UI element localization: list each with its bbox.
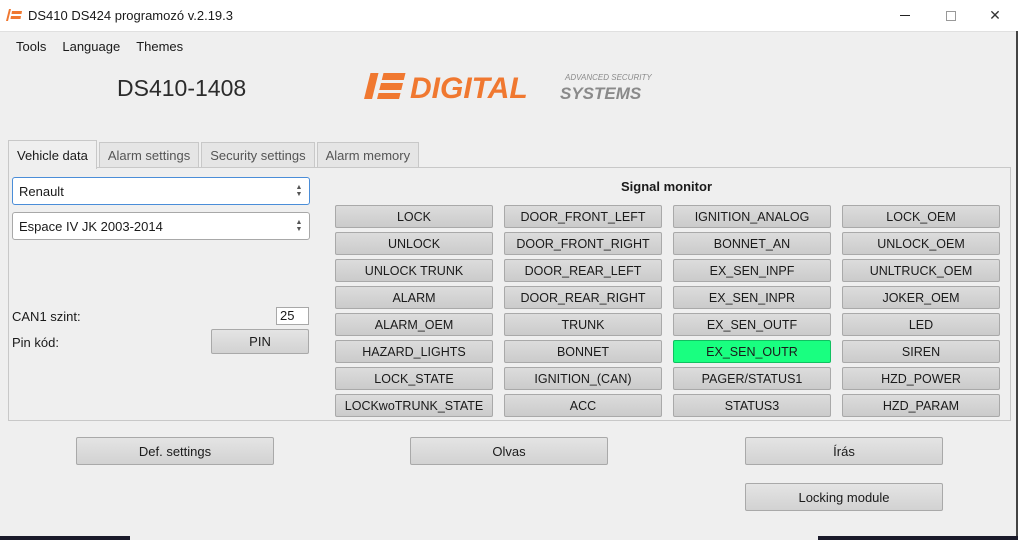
signal-indicator-lockwotrunk-state: LOCKwoTRUNK_STATE <box>335 394 493 417</box>
signal-indicator-led: LED <box>842 313 1000 336</box>
signal-indicator-door-front-right: DOOR_FRONT_RIGHT <box>504 232 662 255</box>
vehicle-data-panel: Renault ▲ ▼ Espace IV JK 2003-2014 ▲ ▼ CAN… <box>8 167 1011 421</box>
spinner-arrows-icon: ▲ ▼ <box>295 219 303 233</box>
tab-bar: Vehicle data Alarm settings Security set… <box>8 140 420 169</box>
signal-indicator-bonnet-an: BONNET_AN <box>673 232 831 255</box>
vehicle-model-value: Espace IV JK 2003-2014 <box>19 218 163 234</box>
minimize-button[interactable] <box>882 0 928 31</box>
signal-monitor-grid: LOCK DOOR_FRONT_LEFT IGNITION_ANALOG LOCK_O… <box>335 205 1000 417</box>
signal-indicator-lock-state: LOCK_STATE <box>335 367 493 390</box>
signal-indicator-lock: LOCK <box>335 205 493 228</box>
tab-label: Alarm settings <box>107 148 191 163</box>
menu-bar: Tools Language Themes <box>8 38 191 56</box>
main-window: Tools Language Themes DS410-1408 DIGITAL… <box>0 31 1018 540</box>
logo-systems-text: SYSTEMS <box>560 84 642 103</box>
signal-indicator-siren: SIREN <box>842 340 1000 363</box>
signal-indicator-ex-sen-outf: EX_SEN_OUTF <box>673 313 831 336</box>
read-button[interactable]: Olvas <box>410 437 608 465</box>
tab-label: Alarm memory <box>325 148 411 163</box>
pin-label: Pin kód: <box>12 335 59 350</box>
signal-indicator-hazard-lights: HAZARD_LIGHTS <box>335 340 493 363</box>
can1-level-input[interactable]: 25 <box>276 307 309 325</box>
signal-indicator-unlock: UNLOCK <box>335 232 493 255</box>
signal-indicator-bonnet: BONNET <box>504 340 662 363</box>
device-title: DS410-1408 <box>117 75 247 101</box>
signal-indicator-ignition-analog: IGNITION_ANALOG <box>673 205 831 228</box>
tab-alarm-memory[interactable]: Alarm memory <box>316 142 420 168</box>
menu-tools[interactable]: Tools <box>8 38 54 56</box>
signal-indicator-hzd-param: HZD_PARAM <box>842 394 1000 417</box>
can1-label: CAN1 szint: <box>12 309 81 324</box>
signal-indicator-ex-sen-inpf: EX_SEN_INPF <box>673 259 831 282</box>
close-button[interactable]: ✕ <box>972 0 1018 31</box>
digital-systems-logo: DIGITAL ADVANCED SECURITY SYSTEMS <box>364 72 652 105</box>
signal-indicator-joker-oem: JOKER_OEM <box>842 286 1000 309</box>
signal-indicator-hzd-power: HZD_POWER <box>842 367 1000 390</box>
spinner-arrows-icon: ▲ ▼ <box>295 184 303 198</box>
logo-tagline-text: ADVANCED SECURITY <box>564 73 652 82</box>
app-logo-icon <box>6 9 22 21</box>
title-bar: DS410 DS424 programozó v.2.19.3 ✕ <box>0 0 1018 31</box>
signal-indicator-alarm-oem: ALARM_OEM <box>335 313 493 336</box>
signal-indicator-door-rear-left: DOOR_REAR_LEFT <box>504 259 662 282</box>
pin-button[interactable]: PIN <box>211 329 309 354</box>
signal-indicator-trunk: TRUNK <box>504 313 662 336</box>
tab-label: Vehicle data <box>17 147 88 163</box>
minimize-icon <box>900 15 910 16</box>
default-settings-button[interactable]: Def. settings <box>76 437 274 465</box>
window-title: DS410 DS424 programozó v.2.19.3 <box>28 8 233 23</box>
signal-indicator-lock-oem: LOCK_OEM <box>842 205 1000 228</box>
taskbar-strip <box>818 536 1018 540</box>
signal-indicator-ex-sen-outr: EX_SEN_OUTR <box>673 340 831 363</box>
locking-module-button[interactable]: Locking module <box>745 483 943 511</box>
signal-indicator-unlock-oem: UNLOCK_OEM <box>842 232 1000 255</box>
vehicle-make-select[interactable]: Renault ▲ ▼ <box>12 177 310 205</box>
signal-indicator-unlock-trunk: UNLOCK TRUNK <box>335 259 493 282</box>
signal-indicator-pager-status1: PAGER/STATUS1 <box>673 367 831 390</box>
menu-themes[interactable]: Themes <box>128 38 191 56</box>
vehicle-model-select[interactable]: Espace IV JK 2003-2014 ▲ ▼ <box>12 212 310 240</box>
signal-monitor-title: Signal monitor <box>621 179 712 194</box>
signal-indicator-status3: STATUS3 <box>673 394 831 417</box>
vehicle-make-value: Renault <box>19 183 64 199</box>
signal-indicator-ex-sen-inpr: EX_SEN_INPR <box>673 286 831 309</box>
signal-indicator-door-front-left: DOOR_FRONT_LEFT <box>504 205 662 228</box>
menu-language[interactable]: Language <box>54 38 128 56</box>
logo-brand-text: DIGITAL <box>410 72 528 105</box>
maximize-icon <box>946 10 956 21</box>
tab-label: Security settings <box>210 148 306 163</box>
write-button[interactable]: Írás <box>745 437 943 465</box>
signal-indicator-alarm: ALARM <box>335 286 493 309</box>
tab-alarm-settings[interactable]: Alarm settings <box>98 142 200 168</box>
signal-indicator-unltruck-oem: UNLTRUCK_OEM <box>842 259 1000 282</box>
signal-indicator-ignition-can: IGNITION_(CAN) <box>504 367 662 390</box>
signal-indicator-door-rear-right: DOOR_REAR_RIGHT <box>504 286 662 309</box>
taskbar-strip <box>0 536 130 540</box>
tab-vehicle-data[interactable]: Vehicle data <box>8 140 97 169</box>
tab-security-settings[interactable]: Security settings <box>201 142 315 168</box>
close-icon: ✕ <box>989 7 1001 23</box>
maximize-button[interactable] <box>928 0 974 31</box>
signal-indicator-acc: ACC <box>504 394 662 417</box>
